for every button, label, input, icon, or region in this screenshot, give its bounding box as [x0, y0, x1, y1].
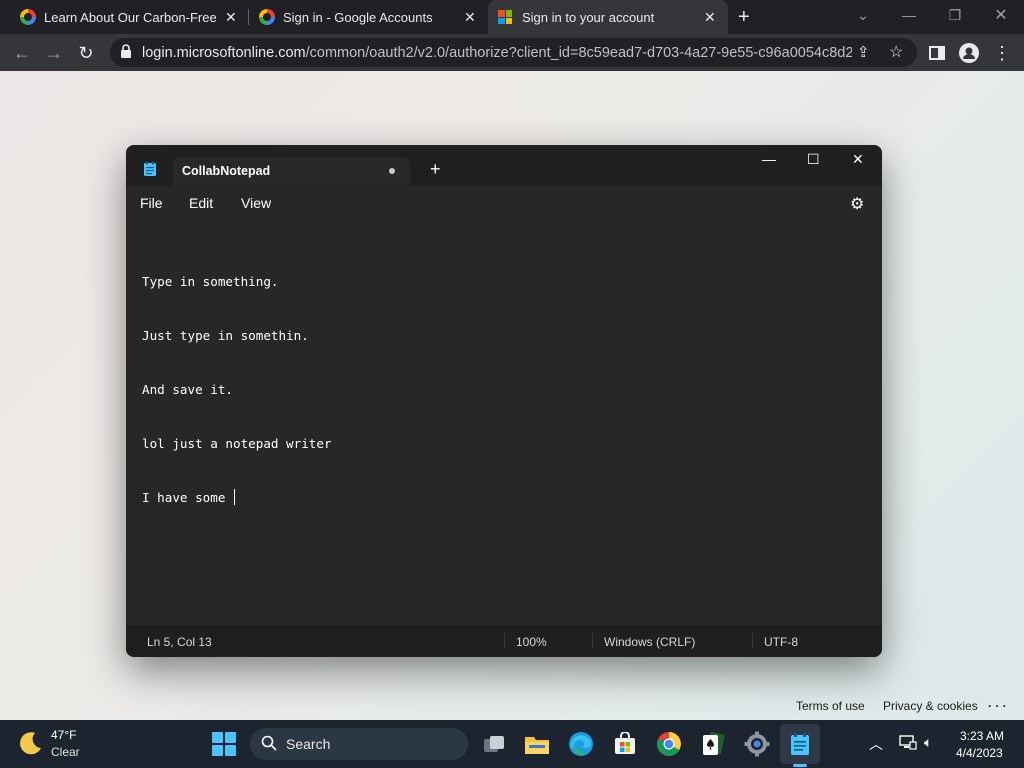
side-panel-icon[interactable] [923, 39, 951, 67]
forward-arrow-icon[interactable]: → [40, 39, 68, 67]
browser-tab-strip: Learn About Our Carbon-Free Go ✕ Sign in… [0, 0, 1024, 34]
menu-edit[interactable]: Edit [189, 195, 213, 211]
moon-icon [20, 732, 41, 755]
browser-tab-title: Sign in to your account [522, 9, 655, 25]
text-caret [234, 489, 235, 505]
microsoft-icon [498, 10, 512, 24]
chrome-icon[interactable] [653, 728, 685, 760]
browser-tab-1[interactable]: Learn About Our Carbon-Free Go ✕ [0, 0, 248, 34]
taskbar: 47°F Clear Search ︿ 🔈︎ 3:23 AM 4/4/2023 [0, 720, 1024, 768]
close-window-icon[interactable]: ✕ [978, 0, 1024, 30]
text-line: Type in something. [142, 274, 279, 289]
status-divider [504, 633, 505, 649]
microsoft-store-icon[interactable] [609, 728, 641, 760]
browser-tab-title: Learn About Our Carbon-Free Go [44, 9, 216, 25]
privacy-cookies-link[interactable]: Privacy & cookies [883, 699, 978, 713]
weather-temperature: 47°F [51, 728, 77, 742]
browser-tab-3-active[interactable]: Sign in to your account ✕ [488, 0, 728, 34]
new-tab-button[interactable]: + [738, 0, 758, 34]
weather-condition: Clear [51, 745, 80, 759]
volume-icon[interactable]: 🔈︎ [924, 734, 932, 751]
more-options-link[interactable]: · · · [988, 699, 1007, 713]
address-bar[interactable]: login.microsoftonline.com/common/oauth2/… [110, 38, 917, 67]
windows-start-icon[interactable] [212, 732, 236, 756]
search-placeholder: Search [286, 736, 331, 752]
url-path: /common/oauth2/v2.0/authorize?client_id=… [305, 44, 852, 61]
back-arrow-icon[interactable]: ← [8, 39, 36, 67]
current-line-text: I have some [142, 490, 233, 505]
zoom-level[interactable]: 100% [516, 635, 547, 649]
close-tab-icon[interactable]: ✕ [704, 9, 716, 26]
network-icon[interactable] [899, 734, 917, 753]
reload-icon[interactable]: ↻ [72, 39, 100, 67]
notepad-title-bar: CollabNotepad + — ☐ ✕ [126, 145, 882, 186]
settings-icon[interactable] [741, 728, 773, 760]
bookmark-star-icon[interactable]: ☆ [889, 42, 903, 62]
notepad-close-icon[interactable]: ✕ [852, 151, 864, 168]
notepad-new-tab-button[interactable]: + [430, 159, 441, 180]
minimize-icon[interactable]: — [886, 0, 932, 30]
menu-kebab-icon[interactable]: ⋮ [988, 39, 1016, 67]
solitaire-icon[interactable] [697, 728, 729, 760]
cursor-position: Ln 5, Col 13 [147, 635, 212, 649]
restore-icon[interactable]: ❐ [932, 0, 978, 30]
lock-icon[interactable] [120, 44, 132, 64]
notepad-window: CollabNotepad + — ☐ ✕ File Edit View ⚙ T… [126, 145, 882, 657]
browser-tab-title: Sign in - Google Accounts [283, 9, 433, 25]
text-line: lol just a notepad writer [142, 436, 332, 451]
tab-search-icon[interactable]: ⌄ [840, 0, 886, 30]
unsaved-indicator-dot[interactable] [389, 168, 395, 174]
notepad-taskbar-icon[interactable] [784, 728, 816, 760]
share-icon[interactable]: ⇪ [857, 43, 870, 61]
status-divider [592, 633, 593, 649]
clock-time: 3:23 AM [960, 729, 1005, 743]
file-explorer-icon[interactable] [521, 728, 553, 760]
notepad-tab-title: CollabNotepad [182, 164, 271, 178]
text-line-current: I have some [142, 489, 332, 507]
edge-icon[interactable] [565, 728, 597, 760]
browser-toolbar: ← → ↻ login.microsoftonline.com/common/o… [0, 34, 1024, 71]
url-host: login.microsoftonline.com [142, 44, 306, 61]
menu-view[interactable]: View [241, 195, 271, 211]
menu-file[interactable]: File [140, 195, 163, 211]
taskbar-search-box[interactable]: Search [250, 728, 468, 760]
notepad-menu-bar: File Edit View ⚙ [126, 186, 882, 221]
encoding[interactable]: UTF-8 [764, 635, 798, 649]
notepad-status-bar: Ln 5, Col 13 100% Windows (CRLF) UTF-8 [126, 625, 882, 657]
active-app-indicator [793, 764, 807, 767]
text-line: Just type in somethin. [142, 328, 309, 343]
search-icon [261, 735, 277, 756]
text-editor-area[interactable]: Type in something. Just type in somethin… [126, 221, 882, 625]
clock[interactable]: 3:23 AM 4/4/2023 [950, 720, 1020, 768]
show-hidden-icons-chevron-icon[interactable]: ︿ [869, 734, 883, 754]
weather-widget[interactable]: 47°F Clear [10, 720, 100, 768]
profile-avatar-icon[interactable] [955, 39, 983, 67]
notepad-minimize-icon[interactable]: — [762, 151, 776, 167]
text-line: And save it. [142, 382, 233, 397]
browser-tab-2[interactable]: Sign in - Google Accounts ✕ [248, 0, 488, 34]
notepad-app-icon [143, 161, 157, 182]
task-view-icon[interactable] [478, 728, 510, 760]
settings-gear-icon[interactable]: ⚙ [850, 194, 864, 214]
editor-text[interactable]: Type in something. Just type in somethin… [142, 237, 332, 543]
status-divider [752, 633, 753, 649]
google-icon [259, 9, 275, 25]
notepad-tab[interactable]: CollabNotepad [173, 157, 410, 186]
close-tab-icon[interactable]: ✕ [464, 9, 476, 26]
line-ending[interactable]: Windows (CRLF) [604, 635, 695, 649]
google-icon [20, 9, 36, 25]
notepad-maximize-icon[interactable]: ☐ [807, 151, 820, 168]
close-tab-icon[interactable]: ✕ [225, 9, 237, 26]
terms-of-use-link[interactable]: Terms of use [796, 699, 865, 713]
url-text[interactable]: login.microsoftonline.com/common/oauth2/… [142, 45, 852, 61]
clock-date: 4/4/2023 [956, 746, 1003, 760]
